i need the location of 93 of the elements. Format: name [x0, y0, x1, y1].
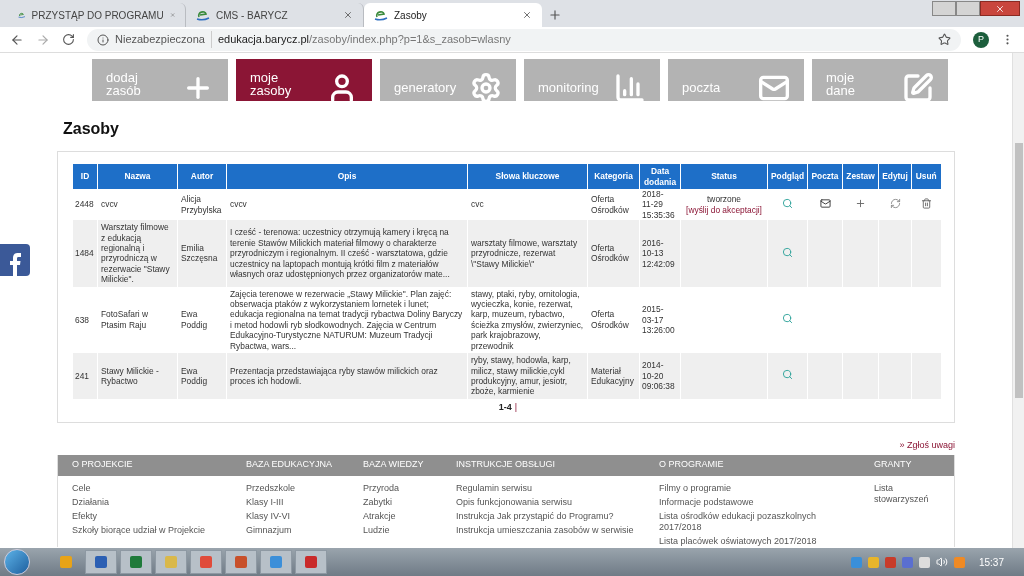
pagination-separator: | — [514, 400, 518, 414]
footer-link[interactable]: Atrakcje — [363, 510, 442, 522]
url-text: edukacja.barycz.pl/zasoby/index.php?p=1&s_zasob=wlasny — [217, 32, 511, 48]
footer-link[interactable]: Efekty — [72, 510, 232, 522]
taskbar-app[interactable] — [260, 550, 292, 574]
tray-icon[interactable] — [867, 556, 879, 568]
footer-link[interactable]: Regulamin serwisu — [456, 482, 645, 494]
search-icon[interactable] — [782, 369, 793, 381]
edit-icon — [902, 72, 934, 101]
footer-link[interactable]: Zabytki — [363, 496, 442, 508]
footer-link[interactable]: Gimnazjum — [246, 524, 349, 536]
footer-heading: O PROGRAMIE — [659, 458, 724, 472]
footer-link[interactable]: Przedszkole — [246, 482, 349, 494]
tray-icon[interactable] — [918, 556, 930, 568]
page-title: Zasoby — [63, 119, 119, 139]
close-icon[interactable] — [522, 10, 532, 20]
plus-icon[interactable] — [855, 197, 866, 209]
table-cell: warsztaty filmowe, warsztaty przyrodnicze, rezerwat \"Stawy Milickie\" — [467, 220, 588, 287]
nav-tile[interactable]: moje zasoby — [236, 59, 372, 101]
bar-chart-icon — [614, 72, 646, 101]
footer-link[interactable]: Klasy I-III — [246, 496, 349, 508]
profile-avatar[interactable]: P — [973, 31, 989, 48]
report-issue-link[interactable]: » Zgłoś uwagi — [899, 439, 955, 453]
footer-link[interactable]: Cele — [72, 482, 232, 494]
new-tab-icon[interactable] — [548, 8, 562, 22]
footer-link[interactable]: Działania — [72, 496, 232, 508]
footer-heading: BAZA EDUKACYJNA — [246, 458, 333, 472]
footer-link[interactable]: Informacje podstawowe — [659, 496, 860, 508]
taskbar-app[interactable] — [225, 550, 257, 574]
facebook-icon — [9, 252, 21, 276]
footer-link[interactable]: Ludzie — [363, 524, 442, 536]
send-for-approval-link[interactable]: [wyślij do akceptacji] — [686, 204, 762, 215]
pagination-link[interactable]: 1-4 — [498, 400, 512, 415]
trash-icon[interactable] — [920, 197, 932, 209]
footer-heading: BAZA WIEDZY — [363, 458, 424, 472]
scrollbar[interactable] — [1012, 53, 1024, 548]
taskbar-app[interactable] — [155, 550, 187, 574]
info-icon[interactable] — [97, 33, 109, 46]
back-icon[interactable] — [10, 32, 24, 47]
footer-link[interactable]: Lista stowarzyszeń — [874, 482, 940, 505]
table-cell: Warsztaty filmowe z edukacją regionalną i przyrodniczą w rezerwacie "Stawy Milickie". — [97, 220, 178, 287]
site-logo-icon — [374, 9, 388, 21]
taskbar-app[interactable] — [120, 550, 152, 574]
forward-icon[interactable] — [36, 32, 50, 47]
footer-link[interactable]: Opis funkcjonowania serwisu — [456, 496, 645, 508]
search-icon[interactable] — [782, 246, 793, 258]
footer-heading: INSTRUKCJE OBSŁUGI — [456, 458, 556, 472]
browser-tab[interactable]: Zasoby — [364, 3, 542, 27]
site-logo-icon — [196, 9, 210, 21]
table-cell: 241 — [72, 353, 98, 399]
table-cell: 1484 — [72, 220, 98, 287]
tab-title: CMS - BARYCZ — [216, 8, 289, 23]
taskbar-app[interactable] — [295, 550, 327, 574]
security-label: Niezabezpieczona — [115, 31, 212, 48]
table-cell: Ewa Poddig — [177, 353, 227, 399]
table-cell: 2014- 10-20 09:06:38 — [639, 353, 681, 399]
footer-link[interactable]: Przyroda — [363, 482, 442, 494]
start-button[interactable] — [4, 549, 30, 575]
table-cell: Stawy Milickie - Rybactwo — [97, 353, 178, 399]
taskbar-app[interactable] — [190, 550, 222, 574]
footer-link[interactable]: Instrukcja umieszczania zasobów w serwisie — [456, 524, 645, 536]
speaker-icon[interactable] — [935, 556, 948, 568]
table-cell: Materiał Edukacyjny — [587, 353, 640, 399]
footer-heading: O PROJEKCIE — [72, 458, 133, 472]
table-cell: I cześć - terenowa: uczestnicy otrzymują kamery i kręcą na terenie Stawów Milickich materiał filmowy o charakterze przyrodniczym i regionalnym. II cześć - warsztatowa, gdzie uczestnicy na laptopach montują krótki film z materiałów własnych oraz udostępnionych przez organizatorów mate... — [226, 220, 468, 287]
taskbar-app[interactable] — [85, 550, 117, 574]
bookmark-star-icon[interactable] — [938, 33, 951, 46]
table-cell: ryby, stawy, hodowla, karp, milicz, stawy milickie,cykl produkcyjny, amur, jesiotr, zboże, karmienie — [467, 353, 588, 399]
gear-icon — [470, 72, 502, 101]
footer-link[interactable]: Lista ośrodków edukacji pozaszkolnych 2017/2018 — [659, 510, 860, 533]
footer-link[interactable]: Szkoły biorące udział w Projekcie — [72, 524, 232, 536]
footer-link[interactable]: Klasy IV-VI — [246, 510, 349, 522]
tab-title: Zasoby — [394, 8, 428, 23]
footer-link[interactable]: Filmy o programie — [659, 482, 860, 494]
facebook-button[interactable] — [0, 244, 30, 276]
close-icon[interactable] — [343, 10, 353, 20]
table-cell: Emilia Szczęsna — [177, 220, 227, 287]
footer-heading: GRANTY — [874, 458, 912, 472]
reload-icon[interactable] — [62, 33, 75, 46]
table-cell: Oferta Ośrodków — [587, 220, 640, 287]
envelope-icon[interactable] — [819, 197, 831, 209]
tab-title: PRZYSTĄP DO PROGRAMU — [31, 8, 164, 23]
address-bar[interactable]: Niezabezpieczona edukacja.barycz.pl/zasoby/index.php?p=1&s_zasob=wlasny — [87, 28, 961, 51]
tray-icon[interactable] — [901, 556, 913, 568]
table-cell: Prezentacja przedstawiająca ryby stawów milickich oraz proces ich hodowli. — [226, 353, 468, 399]
table-cell: 2016- 10-13 12:42:09 — [639, 220, 681, 287]
tray-icon[interactable] — [884, 556, 896, 568]
close-icon[interactable] — [995, 3, 1005, 14]
search-icon[interactable] — [782, 197, 793, 209]
refresh-icon[interactable] — [889, 197, 901, 209]
footer-link[interactable]: Lista placówek oświatowych 2017/2018 — [659, 535, 860, 547]
footer-link[interactable]: Instrukcja Jak przystąpić do Programu? — [456, 510, 645, 522]
search-icon[interactable] — [782, 313, 793, 325]
